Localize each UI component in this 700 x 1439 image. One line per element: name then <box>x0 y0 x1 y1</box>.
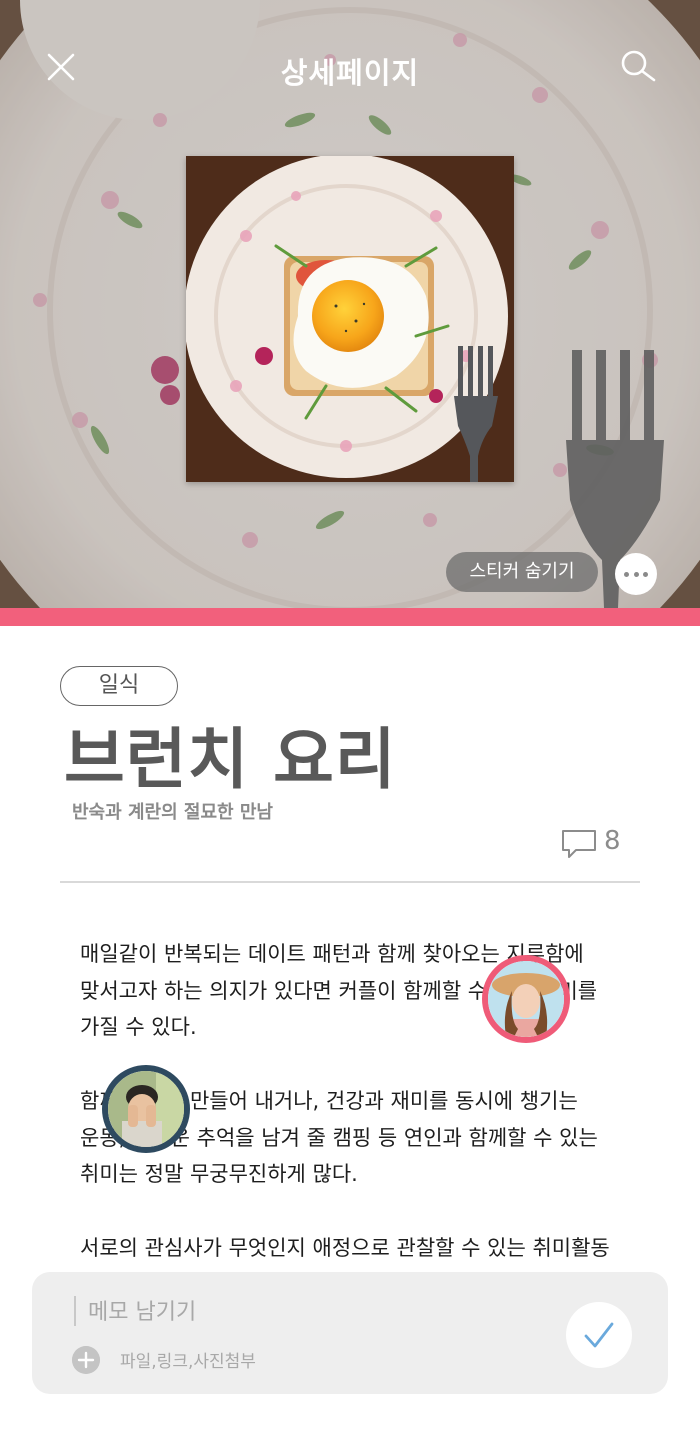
accent-bar <box>0 608 700 626</box>
comment-icon[interactable] <box>560 828 598 860</box>
comment-count[interactable]: 8 <box>604 826 621 856</box>
memo-bar: 파일,링크,사진첨부 <box>32 1272 668 1394</box>
post-subtitle: 반숙과 계란의 절묘한 만남 <box>72 802 273 823</box>
hero-image: 상세페이지 스티커 숨기기 <box>0 0 700 608</box>
page-title: 상세페이지 <box>280 56 420 90</box>
user-avatar-sticker[interactable] <box>482 955 570 1043</box>
hide-stickers-button[interactable]: 스티커 숨기기 <box>446 552 598 592</box>
category-tag[interactable]: 일식 <box>60 666 178 706</box>
food-photo <box>186 156 514 482</box>
body-line: 취미는 정말 무궁무진하게 많다. <box>80 1162 358 1186</box>
memo-input[interactable] <box>86 1294 510 1330</box>
attach-label[interactable]: 파일,링크,사진첨부 <box>120 1347 256 1372</box>
user-avatar-sticker[interactable] <box>102 1065 190 1153</box>
more-horizontal-icon[interactable] <box>615 553 657 595</box>
submit-button[interactable] <box>566 1302 632 1368</box>
plus-icon[interactable] <box>72 1346 100 1374</box>
post-title: 브런치 요리 <box>64 721 397 798</box>
check-icon <box>584 1322 614 1348</box>
search-icon[interactable] <box>618 48 658 84</box>
text-caret <box>74 1296 76 1326</box>
divider <box>60 881 640 883</box>
